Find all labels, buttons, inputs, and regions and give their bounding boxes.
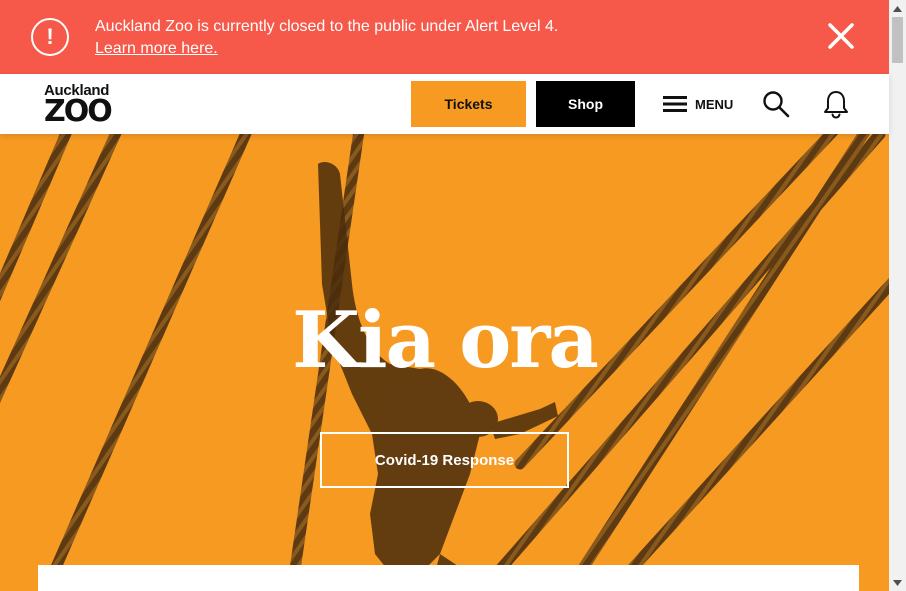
hero-title: Kia ora	[292, 295, 599, 386]
page-scrollbar[interactable]	[889, 0, 906, 591]
alert-text: Auckland Zoo is currently closed to the …	[95, 16, 558, 60]
alert-message: Auckland Zoo is currently closed to the …	[95, 18, 559, 35]
tickets-button[interactable]: Tickets	[411, 81, 526, 127]
hamburger-icon	[663, 96, 687, 112]
exclamation-circle-icon: !	[31, 18, 69, 56]
shop-button[interactable]: Shop	[536, 81, 635, 127]
scroll-thumb[interactable]	[892, 17, 903, 63]
content-card	[38, 565, 859, 591]
search-icon[interactable]	[762, 90, 790, 118]
auckland-zoo-logo[interactable]: Auckland ZOO	[44, 83, 124, 127]
scroll-down-arrow-icon[interactable]	[889, 574, 906, 591]
menu-button[interactable]: MENU	[663, 92, 733, 116]
logo-bottom-text: ZOO	[44, 94, 113, 129]
bell-icon[interactable]	[822, 89, 850, 119]
menu-label: MENU	[695, 96, 734, 112]
covid-response-button[interactable]: Covid-19 Response	[320, 432, 569, 488]
scroll-up-arrow-icon[interactable]	[889, 0, 906, 17]
hero-section: Kia ora Covid-19 Response	[0, 134, 889, 591]
close-icon[interactable]	[826, 21, 856, 51]
learn-more-link[interactable]: Learn more here.	[95, 38, 558, 60]
site-header: Auckland ZOO Tickets Shop MENU	[0, 74, 889, 134]
alert-banner: ! Auckland Zoo is currently closed to th…	[0, 0, 889, 74]
